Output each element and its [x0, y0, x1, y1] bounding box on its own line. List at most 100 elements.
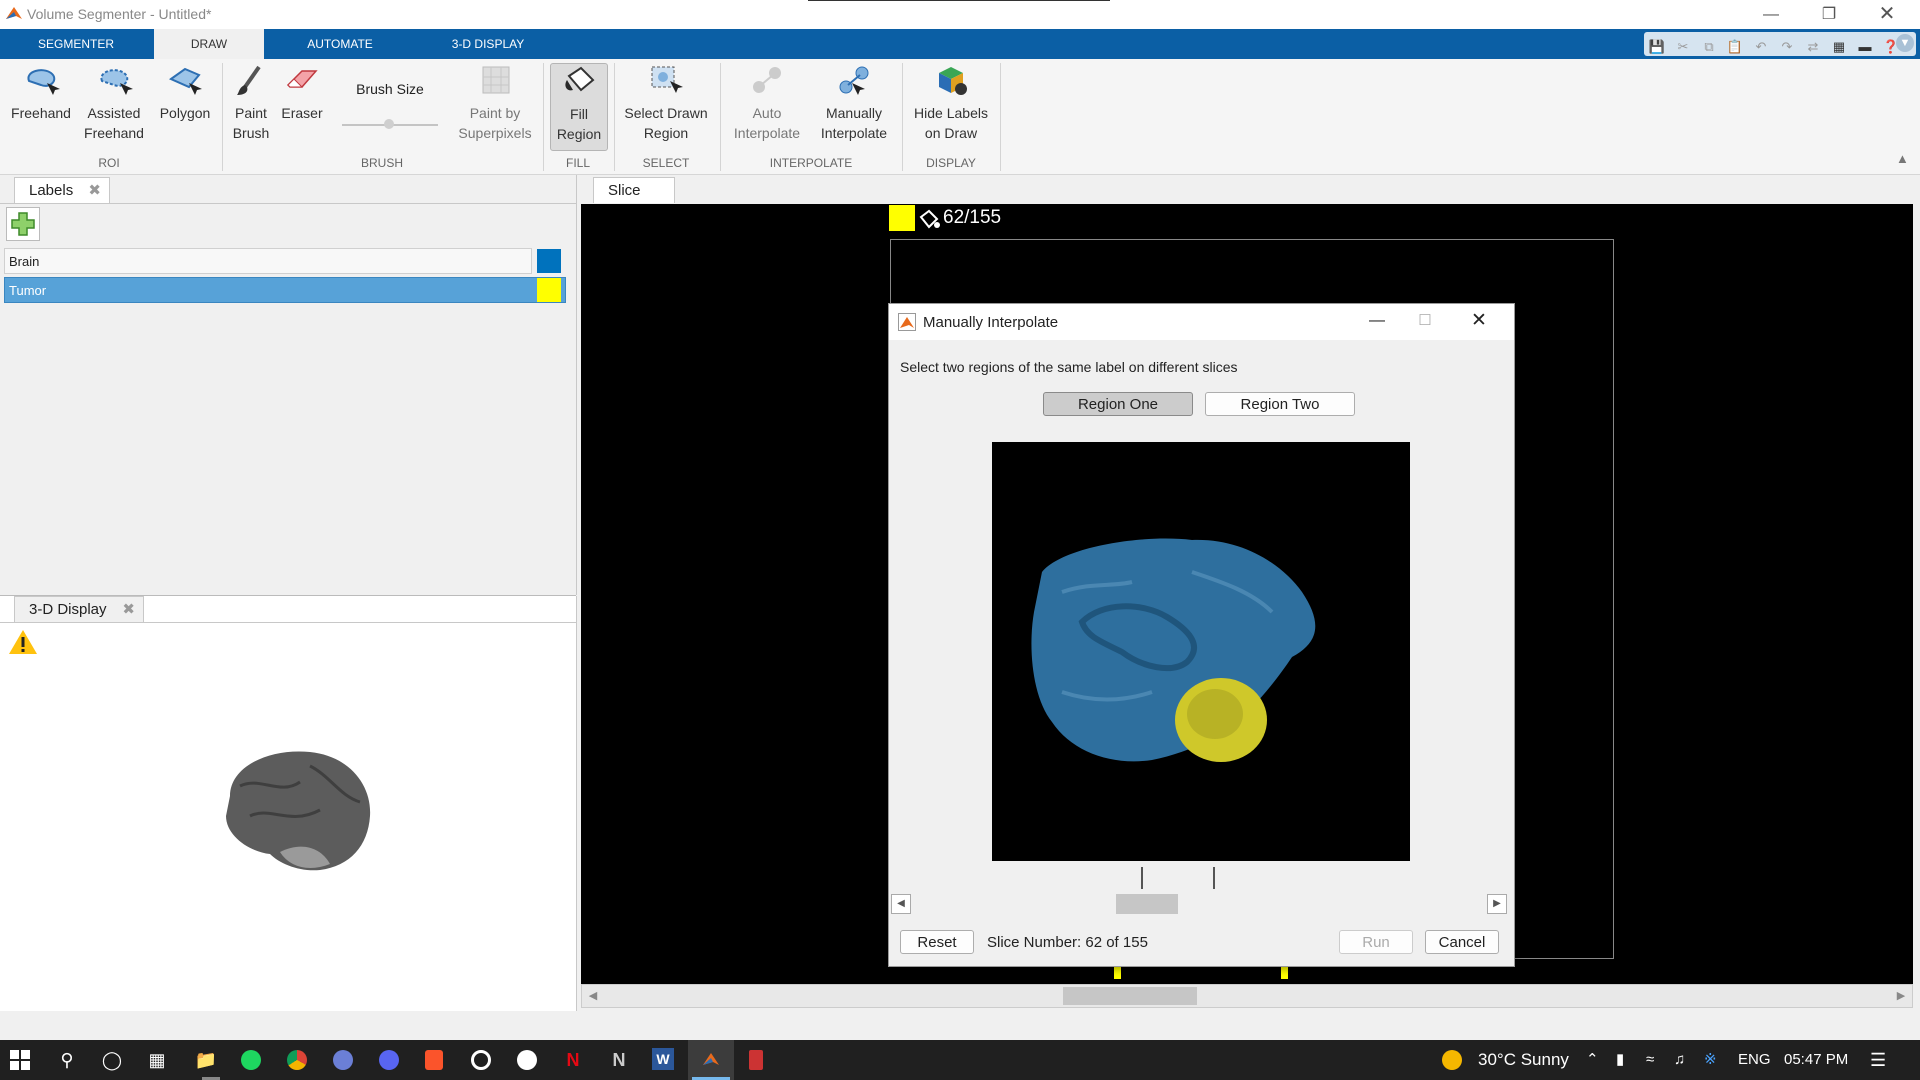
overwatch-icon[interactable] [471, 1050, 491, 1070]
scroll-right-icon[interactable]: ▶ [1487, 894, 1507, 914]
scroll-left-icon[interactable]: ◀ [584, 987, 602, 1005]
polygon-button[interactable]: Polygon [152, 63, 218, 123]
matlab-icon [703, 1053, 719, 1065]
tab-automate[interactable]: AUTOMATE [280, 29, 400, 59]
run-button[interactable]: Run [1339, 930, 1413, 954]
brush-size-label: Brush Size [356, 81, 424, 97]
brush-size-thumb[interactable] [384, 119, 394, 129]
dialog-close-button[interactable]: ✕ [1459, 308, 1499, 334]
search-icon[interactable]: ⚲ [53, 1046, 81, 1074]
brave-icon[interactable] [425, 1050, 443, 1070]
slice-scrollbar[interactable]: ◀ ▶ [581, 984, 1913, 1008]
cut-icon[interactable]: ✂ [1672, 36, 1694, 58]
region-two-button[interactable]: Region Two [1205, 392, 1355, 416]
scroll-left-icon[interactable]: ◀ [891, 894, 911, 914]
eraser-button[interactable]: Eraser [276, 63, 328, 123]
tab-underline [0, 622, 576, 623]
copy-icon[interactable]: ⧉ [1698, 36, 1720, 58]
window-title: Volume Segmenter - Untitled* [27, 6, 212, 22]
assisted-freehand-button[interactable]: Assisted Freehand [78, 63, 150, 143]
volume-icon[interactable]: ♫ [1674, 1040, 1685, 1080]
dialog-maximize-button[interactable]: ☐ [1405, 308, 1445, 334]
paint-brush-button[interactable]: Paint Brush [226, 63, 276, 143]
battery-icon[interactable]: ▮ [1616, 1040, 1624, 1080]
tab-3d-display[interactable]: 3-D DISPLAY [428, 29, 548, 59]
word-icon[interactable]: W [652, 1048, 674, 1070]
save-icon[interactable]: 💾 [1646, 36, 1668, 58]
window-layout-icon[interactable]: ▦ [1828, 36, 1850, 58]
mri-slice-preview[interactable] [992, 442, 1410, 861]
warning-icon[interactable] [8, 628, 38, 656]
paint-by-superpixels-button[interactable]: Paint by Superpixels [452, 63, 538, 143]
clock[interactable]: 05:47 PM [1784, 1040, 1848, 1080]
manually-interpolate-button[interactable]: Manually Interpolate [810, 63, 898, 143]
tray-chevron-icon[interactable]: ⌃ [1586, 1040, 1599, 1080]
windows-start-icon[interactable] [10, 1050, 30, 1070]
app-icon[interactable] [517, 1050, 537, 1070]
restore-button[interactable]: ❐ [1800, 0, 1858, 29]
file-explorer-icon[interactable]: 📁 [192, 1046, 220, 1074]
hide-labels-button[interactable]: Hide Labels on Draw [906, 63, 996, 143]
notifications-icon[interactable]: ☰ [1870, 1040, 1886, 1080]
freehand-icon [27, 69, 60, 95]
superpixels-label-1: Paint by [469, 105, 521, 121]
cortana-icon[interactable]: ◯ [98, 1046, 126, 1074]
redo-icon[interactable]: ↷ [1776, 36, 1798, 58]
paste-icon[interactable]: 📋 [1724, 36, 1746, 58]
discord-icon[interactable] [379, 1050, 399, 1070]
region-one-button[interactable]: Region One [1043, 392, 1193, 416]
reset-button[interactable]: Reset [900, 930, 974, 954]
fill-group-label: FILL [565, 156, 590, 170]
tab-draw[interactable]: DRAW [154, 29, 264, 59]
labels-tab[interactable]: Labels ✖ [14, 177, 110, 203]
netflix-icon[interactable]: N [559, 1046, 587, 1074]
cancel-button[interactable]: Cancel [1425, 930, 1499, 954]
ribbon-separator [720, 63, 721, 171]
chrome-icon[interactable] [287, 1050, 307, 1070]
3d-display-tab[interactable]: 3-D Display ✖ [14, 596, 144, 622]
switch-windows-icon[interactable]: ⇄ [1802, 36, 1824, 58]
scrollbar-thumb[interactable] [1063, 987, 1197, 1005]
weather-text[interactable]: 30°C Sunny [1478, 1040, 1569, 1080]
slice-tab[interactable]: Slice [593, 177, 675, 203]
brain-3d-render[interactable] [210, 746, 376, 876]
label-row-brain[interactable]: Brain [4, 248, 532, 274]
weather-sun-icon[interactable] [1442, 1050, 1462, 1070]
fill-region-label-1: Fill [570, 106, 588, 122]
bluetooth-icon[interactable]: ※ [1704, 1040, 1717, 1080]
dialog-minimize-button[interactable]: — [1357, 308, 1397, 334]
app-icon[interactable] [333, 1050, 353, 1070]
label-color-swatch[interactable] [537, 278, 561, 302]
auto-interpolate-icon [753, 67, 781, 93]
language-indicator[interactable]: ENG [1738, 1040, 1771, 1080]
brush-group-label: BRUSH [360, 156, 403, 170]
label-row-tumor[interactable]: Tumor [4, 277, 566, 303]
spotify-icon[interactable] [241, 1050, 261, 1070]
add-label-button[interactable] [6, 207, 40, 241]
label-name: Brain [9, 254, 40, 269]
undo-icon[interactable]: ↶ [1750, 36, 1772, 58]
chevron-down-icon[interactable]: ▼ [1896, 34, 1914, 52]
collapse-ribbon-icon[interactable]: ▲ [1896, 151, 1909, 166]
scrollbar-thumb[interactable] [1116, 894, 1178, 914]
scroll-right-icon[interactable]: ▶ [1892, 987, 1910, 1005]
tab-segmenter[interactable]: SEGMENTER [0, 29, 152, 59]
close-button[interactable]: ✕ [1858, 0, 1916, 29]
minimize-toolstrip-icon[interactable]: ▬ [1854, 36, 1876, 58]
wifi-icon[interactable]: ≈ [1646, 1040, 1654, 1080]
task-view-icon[interactable]: ▦ [143, 1046, 171, 1074]
auto-interpolate-button[interactable]: Auto Interpolate [724, 63, 810, 143]
dialog-slice-scrollbar[interactable]: ◀ ▶ [889, 893, 1512, 915]
close-tab-icon[interactable]: ✖ [88, 178, 101, 204]
fill-region-button[interactable]: Fill Region [550, 63, 608, 151]
select-drawn-region-button[interactable]: Select Drawn Region [618, 63, 714, 143]
minimize-button[interactable]: — [1742, 0, 1800, 29]
matlab-logo-icon [6, 7, 22, 19]
notion-icon[interactable]: N [605, 1046, 633, 1074]
freehand-button[interactable]: Freehand [6, 63, 76, 123]
app-icon[interactable] [749, 1050, 763, 1070]
label-color-swatch[interactable] [537, 249, 561, 273]
matlab-taskbar-button[interactable] [688, 1040, 734, 1080]
close-tab-icon[interactable]: ✖ [122, 597, 135, 623]
assisted-freehand-icon [100, 69, 133, 95]
